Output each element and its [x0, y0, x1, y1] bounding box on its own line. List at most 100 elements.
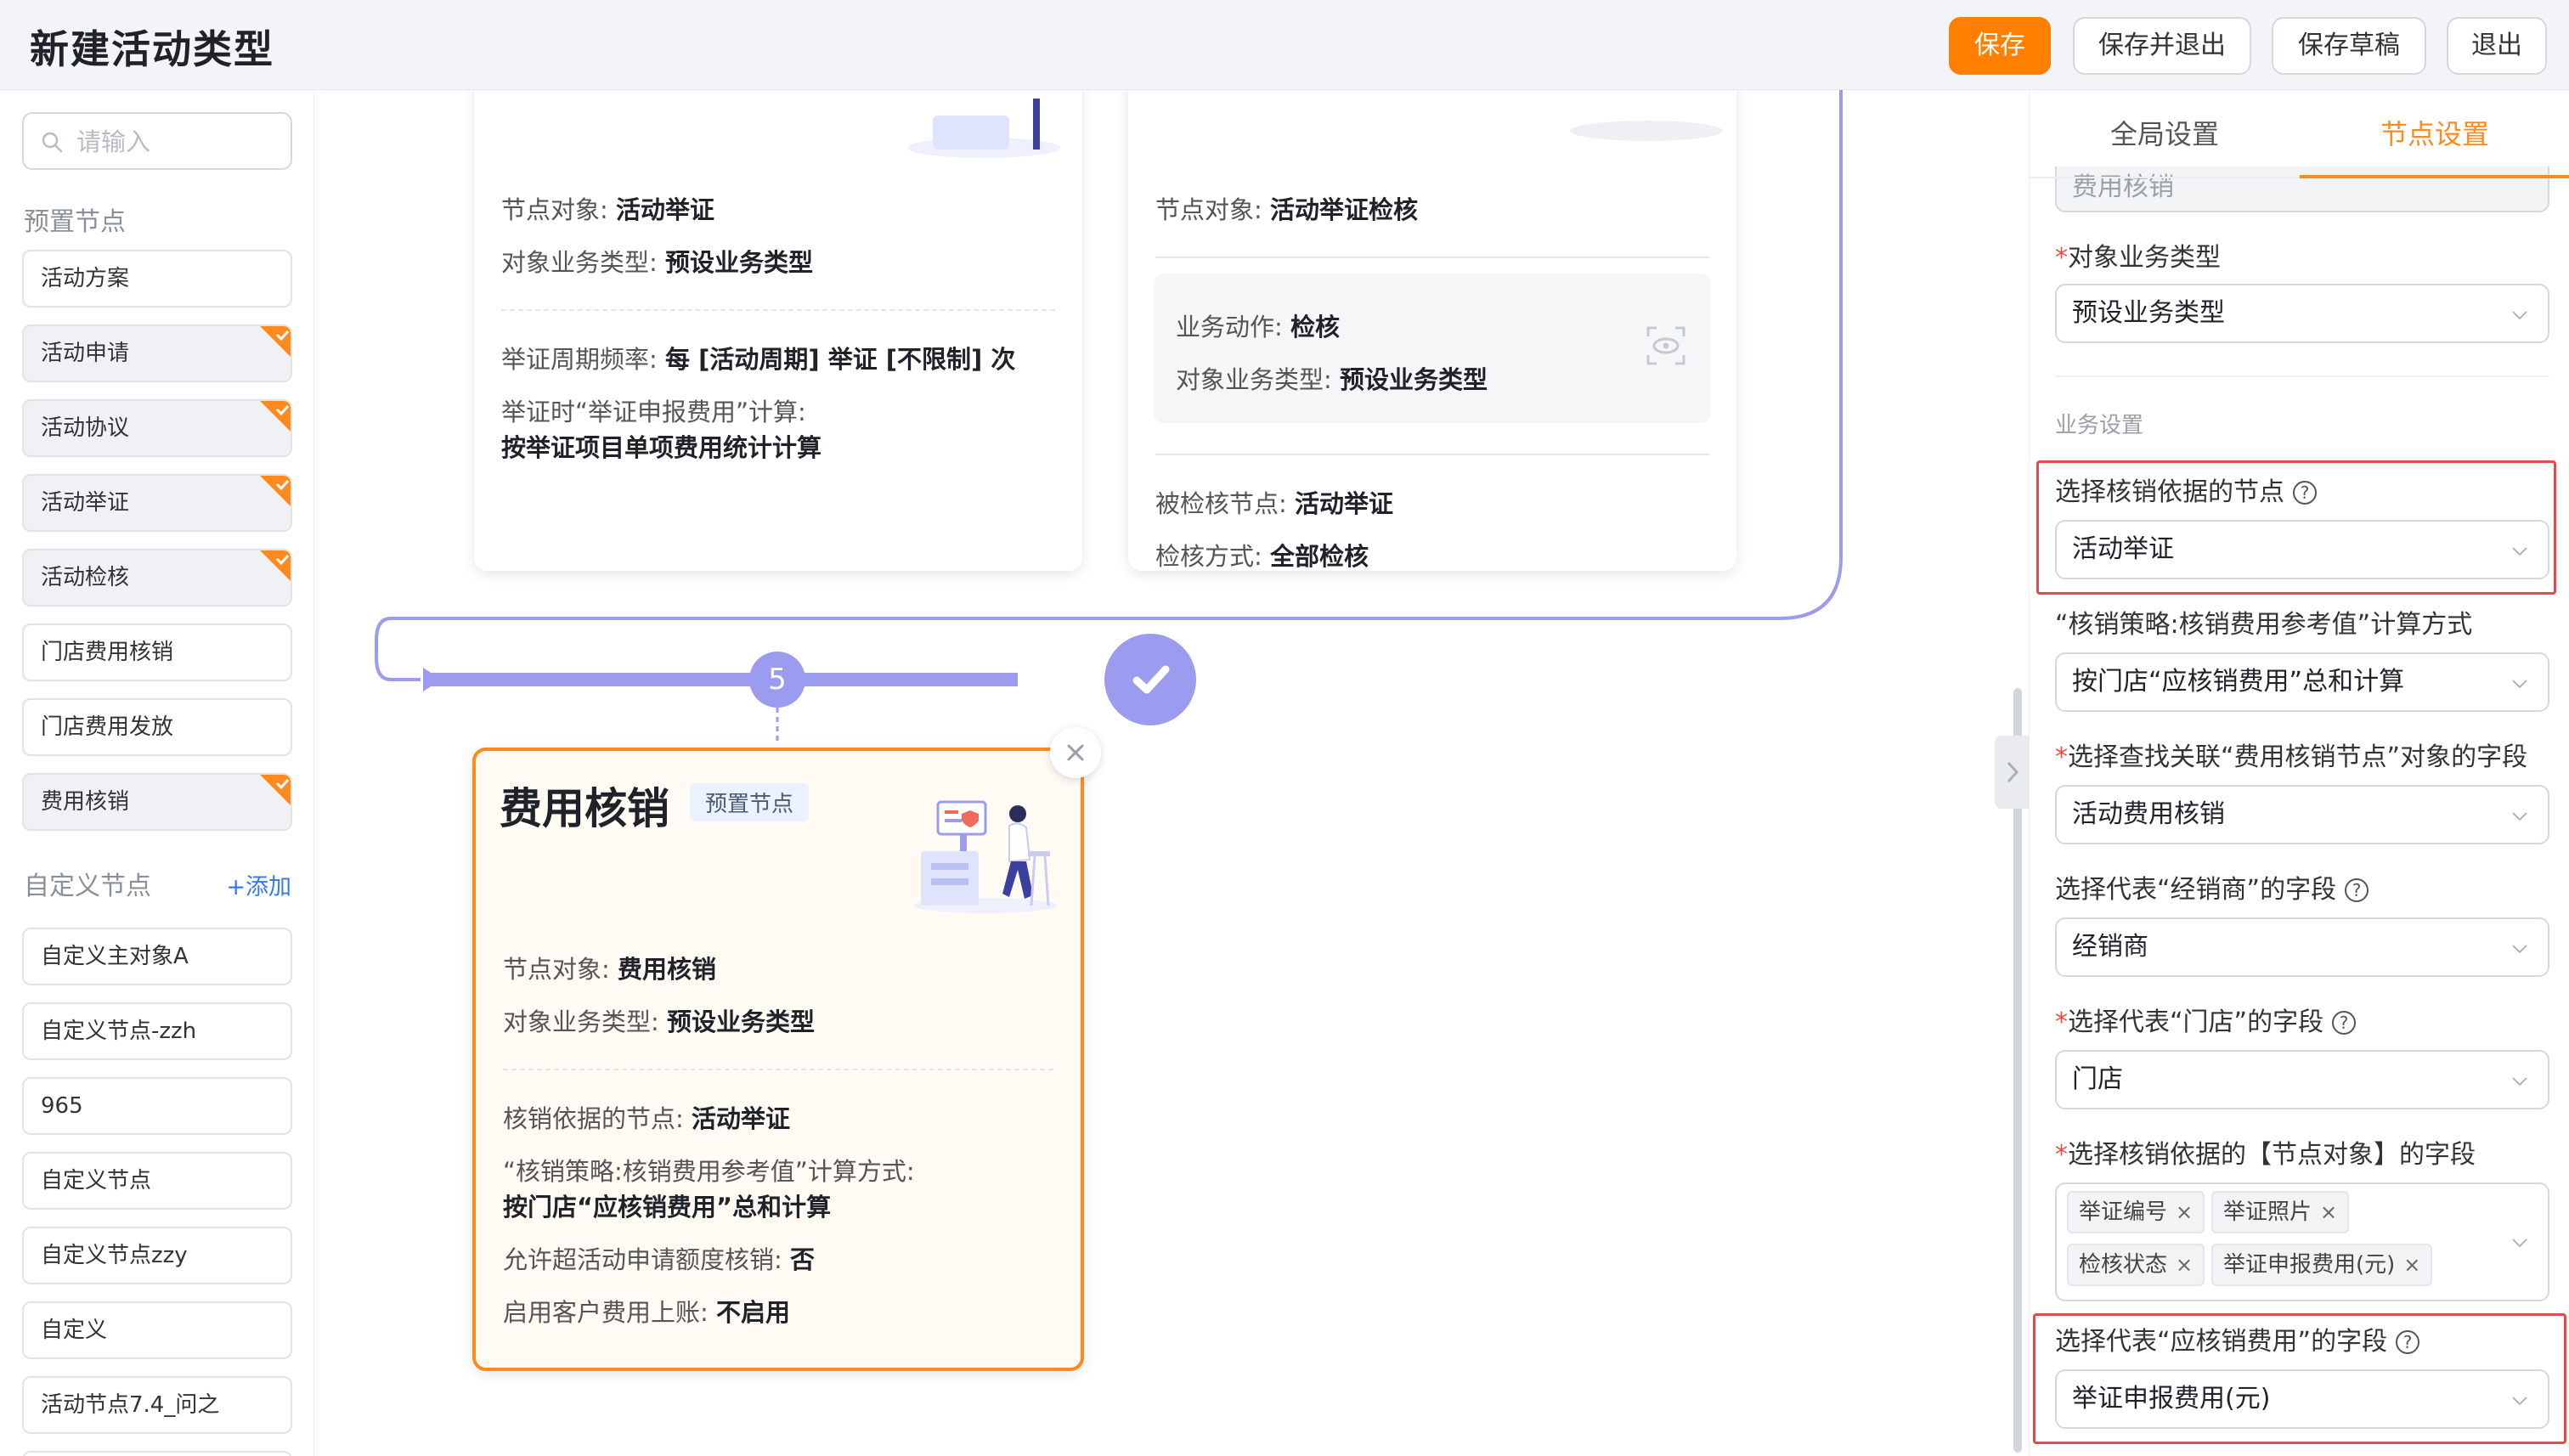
writeoff-card-title: 费用核销	[500, 784, 669, 833]
node-object-fields-label: *选择核销依据的【节点对象】的字段	[2055, 1140, 2476, 1170]
flow-end-node[interactable]	[1104, 634, 1196, 725]
check-biz-type: 预设业务类型	[1340, 365, 1488, 394]
custom-node-item[interactable]: 自定义节点zzy	[22, 1227, 292, 1284]
chevron-down-icon	[2512, 812, 2527, 821]
close-icon	[1067, 744, 1084, 761]
node-card-check[interactable]: 节点对象: 活动举证检核 业务动作: 检核 对象业务类型: 预设业务类型 被检核…	[1128, 90, 1736, 571]
help-icon[interactable]: ?	[2293, 481, 2317, 505]
tag-remove-icon[interactable]: ×	[2320, 1200, 2337, 1224]
card-illustration	[907, 99, 1060, 158]
custom-node-item[interactable]: 活动节点7.4_问之	[22, 1376, 292, 1434]
lookup-field-select[interactable]: 活动费用核销	[2055, 785, 2549, 844]
used-check-icon	[260, 775, 291, 805]
preset-node-item[interactable]: 活动方案	[22, 250, 292, 308]
proof-calc-label: 举证时“举证申报费用”计算:	[501, 398, 806, 426]
basis-node-label: 选择核销依据的节点?	[2055, 471, 2317, 508]
node-card-proof[interactable]: 节点对象: 活动举证 对象业务类型: 预设业务类型 举证周期频率: 每 [活动周…	[474, 90, 1082, 571]
used-check-icon	[260, 401, 291, 432]
save-draft-button[interactable]: 保存草稿	[2272, 17, 2426, 75]
search-box[interactable]	[22, 112, 292, 170]
writeoff-exceed: 否	[790, 1245, 816, 1274]
dealer-field-select[interactable]: 经销商	[2055, 917, 2549, 977]
writeoff-basis-node: 活动举证	[692, 1104, 791, 1133]
chevron-down-icon	[2512, 1239, 2527, 1248]
view-icon[interactable]	[1645, 324, 1687, 367]
writeoff-amount-field-label: 选择代表“应核销费用”的字段?	[2055, 1320, 2420, 1357]
help-icon[interactable]: ?	[2345, 878, 2369, 902]
preset-node-item[interactable]: 活动协议	[22, 399, 292, 457]
proof-node-object: 活动举证	[616, 195, 715, 224]
header: 新建活动类型 保存 保存并退出 保存草稿 退出	[0, 0, 2569, 90]
proof-biz-type: 预设业务类型	[665, 248, 814, 277]
close-card-button[interactable]	[1050, 727, 1101, 778]
field-tag: 检核状态 ×	[2067, 1244, 2205, 1286]
check-icon	[1132, 665, 1170, 694]
custom-node-item[interactable]: 965	[22, 1077, 292, 1135]
chevron-right-icon	[2007, 761, 2019, 783]
used-check-icon	[260, 476, 291, 506]
field-tag: 举证照片 ×	[2211, 1191, 2350, 1233]
exit-button[interactable]: 退出	[2447, 17, 2547, 75]
custom-node-item-partial[interactable]	[22, 1451, 292, 1456]
writeoff-strategy-label: “核销策略:核销费用参考值”计算方式:	[503, 1157, 915, 1186]
check-action: 检核	[1290, 313, 1341, 341]
chevron-down-icon	[2512, 1397, 2527, 1406]
search-icon	[42, 132, 63, 153]
lookup-field-label: *选择查找关联“费用核销节点”对象的字段	[2055, 742, 2528, 772]
custom-node-item[interactable]: 自定义节点-zzh	[22, 1002, 292, 1060]
section-divider	[2055, 375, 2549, 377]
strategy-select[interactable]: 按门店“应核销费用”总和计算	[2055, 652, 2549, 712]
biz-type-select[interactable]: 预设业务类型	[2055, 284, 2549, 343]
basis-node-select[interactable]: 活动举证	[2055, 520, 2549, 579]
chevron-down-icon	[2512, 945, 2527, 954]
search-input[interactable]	[76, 122, 280, 161]
preset-node-item[interactable]: 活动检核	[22, 549, 292, 607]
page-title: 新建活动类型	[30, 26, 274, 72]
node-card-writeoff[interactable]: 费用核销 预置节点 节点对象: 费用核销 对象业务类型: 预设业务类型 核销依据…	[472, 748, 1084, 1371]
office-illustration	[914, 800, 1057, 913]
tab-node-settings-underline	[2300, 90, 2569, 178]
chevron-down-icon	[2512, 1077, 2527, 1086]
writeoff-node-object: 费用核销	[618, 955, 717, 984]
used-check-icon	[260, 550, 291, 581]
store-field-select[interactable]: 门店	[2055, 1050, 2549, 1109]
writeoff-account: 不启用	[716, 1298, 791, 1327]
preset-node-item[interactable]: 门店费用发放	[22, 698, 292, 756]
preset-node-item[interactable]: 费用核销	[22, 773, 292, 831]
tag-remove-icon[interactable]: ×	[2403, 1253, 2420, 1277]
tag-remove-icon[interactable]: ×	[2176, 1200, 2193, 1224]
custom-node-item[interactable]: 自定义主对象A	[22, 928, 292, 985]
chevron-down-icon	[2512, 547, 2527, 556]
custom-nodes-label: 自定义节点	[24, 872, 151, 901]
custom-node-item[interactable]: 自定义节点	[22, 1152, 292, 1210]
card-divider	[1155, 454, 1709, 455]
store-field-label: *选择代表“门店”的字段?	[2055, 1001, 2357, 1038]
flow-canvas[interactable]: 节点对象: 活动举证 对象业务类型: 预设业务类型 举证周期频率: 每 [活动周…	[314, 90, 2009, 1456]
check-node-object: 活动举证检核	[1270, 195, 1419, 224]
strategy-label: “核销策略:核销费用参考值”计算方式	[2055, 610, 2473, 640]
panel-collapse-handle[interactable]	[1995, 736, 2029, 809]
business-settings-header: 业务设置	[2055, 413, 2144, 438]
tag-remove-icon[interactable]: ×	[2176, 1253, 2193, 1277]
preset-nodes-label: 预置节点	[24, 207, 126, 237]
used-check-icon	[260, 326, 291, 357]
preset-node-item[interactable]: 活动举证	[22, 474, 292, 532]
save-and-exit-button[interactable]: 保存并退出	[2073, 17, 2251, 75]
help-icon[interactable]: ?	[2396, 1330, 2420, 1354]
preset-node-item[interactable]: 活动申请	[22, 324, 292, 382]
dealer-field-label: 选择代表“经销商”的字段?	[2055, 868, 2369, 906]
writeoff-amount-field-select[interactable]: 举证申报费用(元)	[2055, 1369, 2549, 1429]
node-object-fields-multiselect[interactable]: 举证编号 × 举证照片 × 检核状态 × 举证申报费用(元) ×	[2055, 1182, 2549, 1301]
preset-node-item[interactable]: 门店费用核销	[22, 624, 292, 681]
add-custom-node-link[interactable]: +添加	[226, 868, 291, 901]
save-button[interactable]: 保存	[1949, 17, 2051, 75]
tab-global-settings[interactable]: 全局设置	[2030, 90, 2300, 178]
chevron-down-icon	[2512, 311, 2527, 320]
writeoff-biz-type: 预设业务类型	[667, 1007, 816, 1036]
writeoff-strategy-value: 按门店“应核销费用”总和计算	[503, 1193, 832, 1222]
card-divider	[501, 309, 1055, 311]
custom-node-item[interactable]: 自定义	[22, 1301, 292, 1359]
settings-panel: 全局设置 节点设置 费用核销 *对象业务类型 预设业务类型 业务设置 选择核销依…	[2029, 90, 2569, 1456]
help-icon[interactable]: ?	[2332, 1011, 2357, 1035]
card-divider	[503, 1069, 1053, 1070]
